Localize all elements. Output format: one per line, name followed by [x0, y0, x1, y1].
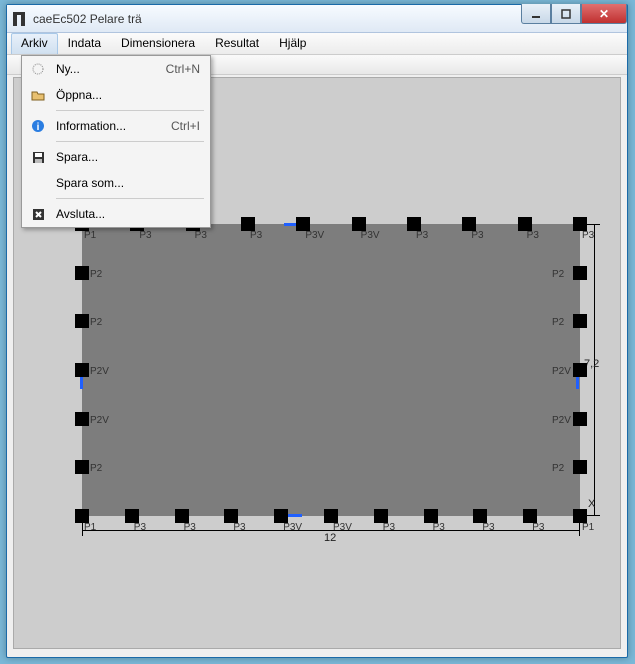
- window-buttons: ✕: [521, 4, 627, 24]
- window-title: caeEc502 Pelare trä: [33, 12, 142, 26]
- support-node: [573, 314, 587, 328]
- menubar: Arkiv Indata Dimensionera Resultat Hjälp: [7, 33, 627, 55]
- node-label: P3: [482, 522, 494, 533]
- support-node: [75, 460, 89, 474]
- support-node: [573, 412, 587, 426]
- titlebar[interactable]: caeEc502 Pelare trä ✕: [7, 5, 627, 33]
- save-icon: [28, 149, 48, 165]
- support-node: [352, 217, 366, 231]
- support-node: [296, 217, 310, 231]
- node-label: P1: [582, 522, 594, 533]
- support-node: [573, 217, 587, 231]
- node-label: P2V: [90, 415, 109, 426]
- menu-information[interactable]: i Information... Ctrl+I: [22, 113, 210, 139]
- diagram-rect: [82, 224, 580, 516]
- open-icon: [28, 87, 48, 103]
- support-node: [374, 509, 388, 523]
- node-label: P3: [433, 522, 445, 533]
- blank-icon: [28, 175, 48, 191]
- node-label: P2: [552, 269, 564, 280]
- node-label: P3: [250, 230, 262, 241]
- node-label: P3: [139, 230, 151, 241]
- menu-oppna[interactable]: Öppna...: [22, 82, 210, 108]
- support-node: [424, 509, 438, 523]
- info-icon: i: [28, 118, 48, 134]
- menu-separator: [56, 198, 204, 199]
- menu-indata[interactable]: Indata: [58, 33, 111, 54]
- node-label: P3V: [361, 230, 380, 241]
- menu-dimensionera[interactable]: Dimensionera: [111, 33, 205, 54]
- app-window: caeEc502 Pelare trä ✕ Arkiv Indata Dimen…: [6, 4, 628, 658]
- app-icon: [11, 11, 27, 27]
- axis-x: X: [588, 498, 595, 510]
- svg-text:i: i: [37, 122, 40, 133]
- node-label: P3V: [305, 230, 324, 241]
- dim-line-bottom: [82, 530, 580, 531]
- support-node: [175, 509, 189, 523]
- node-label: P2V: [552, 415, 571, 426]
- menu-arkiv[interactable]: Arkiv: [11, 33, 58, 54]
- menu-resultat[interactable]: Resultat: [205, 33, 269, 54]
- support-node: [573, 509, 587, 523]
- exit-icon: [28, 206, 48, 222]
- menu-avsluta[interactable]: Avsluta...: [22, 201, 210, 227]
- node-label: P2: [552, 463, 564, 474]
- menu-separator: [56, 110, 204, 111]
- support-node: [573, 266, 587, 280]
- support-node: [75, 412, 89, 426]
- new-icon: [28, 61, 48, 77]
- dim-width: 12: [324, 532, 336, 544]
- node-label: P2: [90, 463, 102, 474]
- node-label: P2V: [552, 366, 571, 377]
- support-node: [274, 509, 288, 523]
- node-label: P2: [90, 317, 102, 328]
- dim-line-right: [594, 224, 595, 516]
- support-node: [573, 363, 587, 377]
- support-node: [75, 314, 89, 328]
- maximize-button[interactable]: [551, 4, 581, 24]
- node-label: P3V: [283, 522, 302, 533]
- dropdown-arkiv: Ny... Ctrl+N Öppna... i Information... C…: [21, 55, 211, 228]
- support-node: [407, 217, 421, 231]
- node-label: P3: [134, 522, 146, 533]
- support-node: [462, 217, 476, 231]
- node-label: P3: [532, 522, 544, 533]
- support-node: [125, 509, 139, 523]
- node-label: P2: [552, 317, 564, 328]
- menu-spara[interactable]: Spara...: [22, 144, 210, 170]
- node-label: P3: [416, 230, 428, 241]
- node-label: P1: [84, 230, 96, 241]
- node-label: P2V: [90, 366, 109, 377]
- node-label: P3: [527, 230, 539, 241]
- support-node: [324, 509, 338, 523]
- menu-separator: [56, 141, 204, 142]
- node-label: P3: [195, 230, 207, 241]
- support-node: [75, 509, 89, 523]
- support-node: [241, 217, 255, 231]
- support-node: [75, 266, 89, 280]
- support-node: [75, 363, 89, 377]
- node-label: P3: [582, 230, 594, 241]
- support-node: [224, 509, 238, 523]
- node-label: P1: [84, 522, 96, 533]
- menu-ny[interactable]: Ny... Ctrl+N: [22, 56, 210, 82]
- node-label: P3: [184, 522, 196, 533]
- minimize-button[interactable]: [521, 4, 551, 24]
- menu-spara-som[interactable]: Spara som...: [22, 170, 210, 196]
- support-node: [473, 509, 487, 523]
- menu-hjalp[interactable]: Hjälp: [269, 33, 316, 54]
- support-node: [523, 509, 537, 523]
- support-node: [573, 460, 587, 474]
- node-label: P3: [233, 522, 245, 533]
- node-label: P2: [90, 269, 102, 280]
- node-label: P3: [383, 522, 395, 533]
- node-label: P3V: [333, 522, 352, 533]
- close-button[interactable]: ✕: [581, 4, 627, 24]
- support-node: [518, 217, 532, 231]
- node-label: P3: [471, 230, 483, 241]
